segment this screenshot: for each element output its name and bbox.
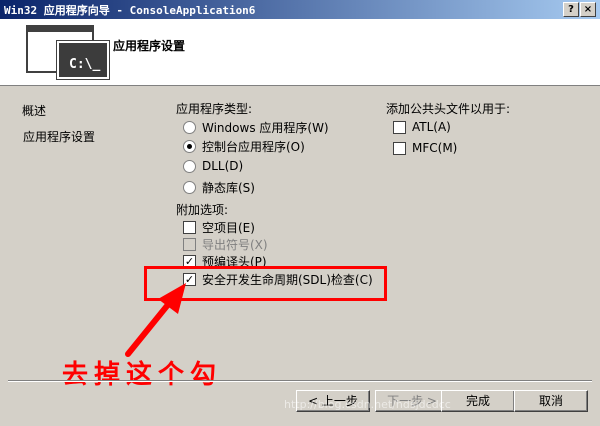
annotation-text: 去掉这个勾 xyxy=(62,360,223,390)
wizard-window: Win32 应用程序向导 - ConsoleApplication6 ? × C… xyxy=(0,0,600,426)
cancel-button[interactable]: 取消 xyxy=(514,390,588,412)
watermark: http://blog.csdn.net/hdsjdcdcc xyxy=(284,398,451,411)
finish-button[interactable]: 完成 xyxy=(441,390,515,412)
divider xyxy=(8,380,592,382)
